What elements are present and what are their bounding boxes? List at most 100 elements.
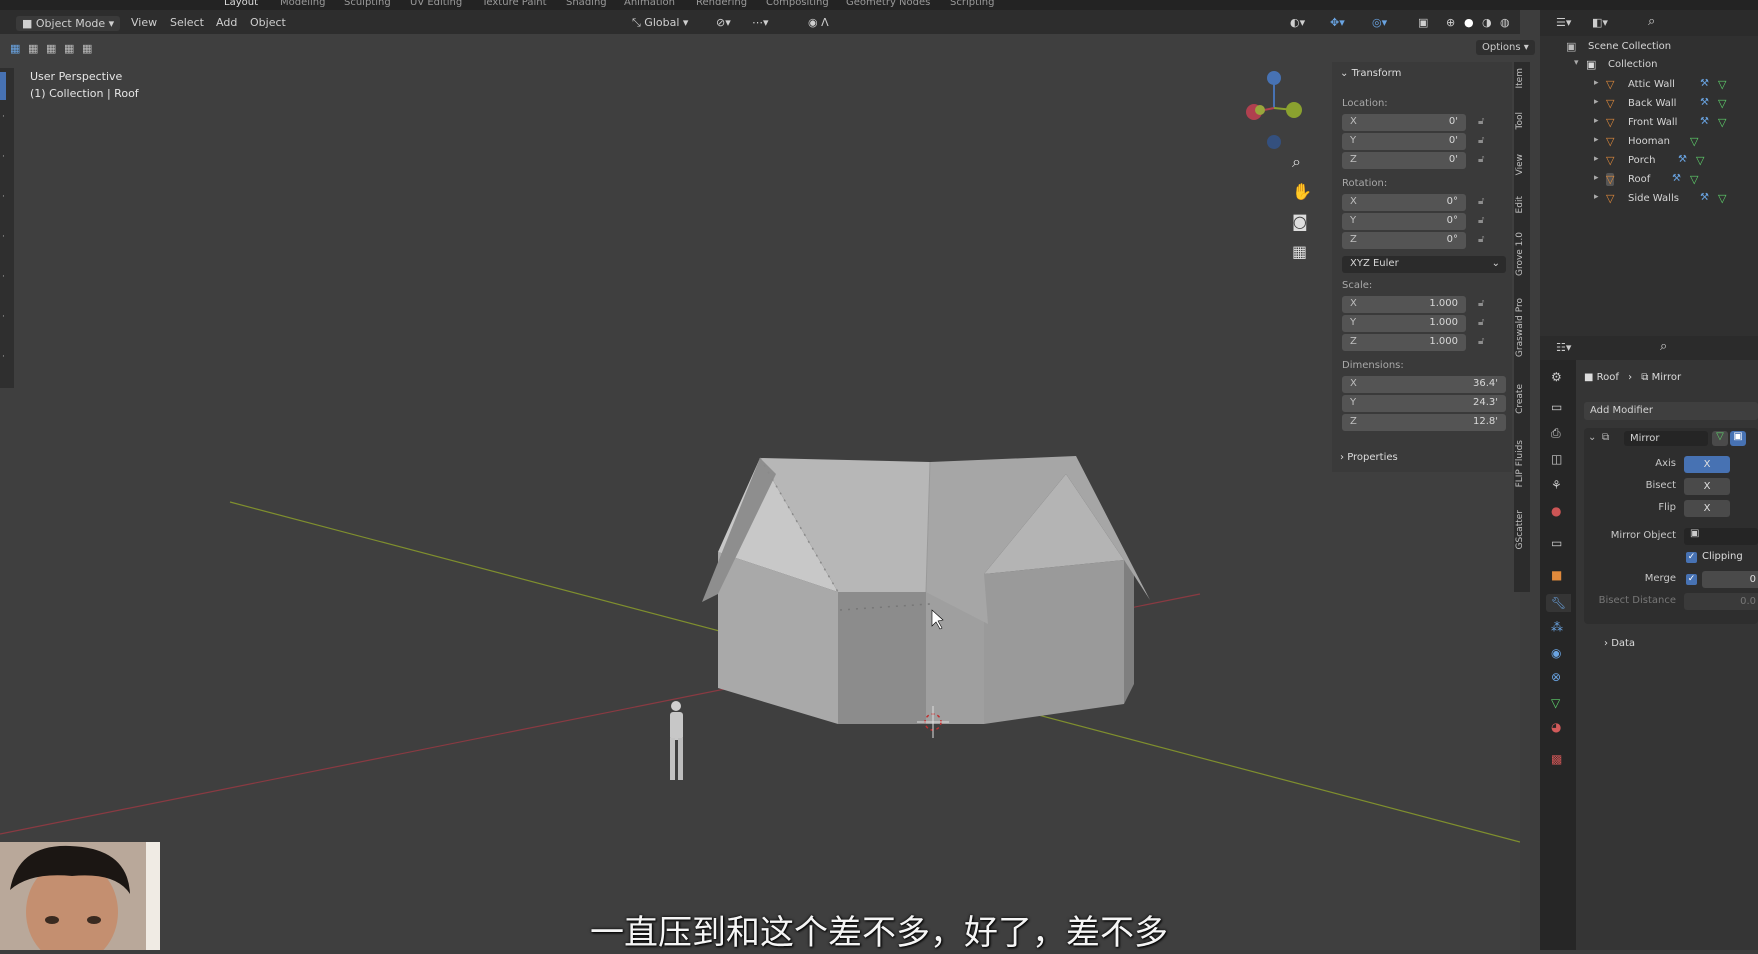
scale-y-field[interactable]: Y 1.000 (1342, 315, 1466, 332)
overlay-toggle-icon[interactable]: ◎▾ (1372, 16, 1387, 29)
menu-object[interactable]: Object (250, 16, 286, 29)
zoom-icon[interactable]: ⌕ (1292, 152, 1301, 172)
rotation-mode-select[interactable]: XYZ Euler ⌄ (1342, 256, 1506, 273)
pan-hand-icon[interactable]: ✋ (1292, 182, 1312, 201)
scene-tab-icon[interactable]: ⚘ (1551, 478, 1562, 492)
select-invert-icon[interactable]: ▦ (64, 42, 74, 55)
collection-tab-icon[interactable]: ▭ (1551, 536, 1562, 550)
modifier-wrench-icon[interactable]: ⚒ (1700, 116, 1709, 127)
lock-icon[interactable]: 🔓︎ (1478, 196, 1490, 208)
lock-icon[interactable]: 🔓︎ (1478, 317, 1490, 329)
modifier-name-field[interactable]: Mirror (1624, 431, 1708, 446)
gizmo-toggle-icon[interactable]: ✥▾ (1330, 16, 1345, 29)
annotate-tool-icon[interactable]: · (2, 312, 5, 322)
tab-scripting[interactable]: Scripting (950, 0, 994, 8)
data-subpanel[interactable]: › Data (1604, 638, 1635, 649)
lock-icon[interactable]: 🔓︎ (1478, 298, 1490, 310)
cursor-tool-icon[interactable]: · (2, 112, 5, 122)
edit-mode-toggle-icon[interactable]: ▽ (1712, 431, 1728, 446)
outliner-item-side-walls[interactable]: ▸ ▽ Side Walls ⚒ ▽ (1540, 190, 1758, 208)
collapse-icon[interactable]: ⌄ (1588, 432, 1596, 443)
merge-distance-field[interactable]: 0 (1702, 571, 1758, 588)
camera-view-icon[interactable]: ◙ (1292, 212, 1308, 231)
perspective-grid-icon[interactable]: ▦ (1292, 242, 1307, 261)
outliner-item-back-wall[interactable]: ▸ ▽ Back Wall ⚒ ▽ (1540, 95, 1758, 113)
physics-tab-icon[interactable]: ◉ (1551, 646, 1561, 660)
view-layer-tab-icon[interactable]: ◫ (1551, 452, 1562, 466)
menu-select[interactable]: Select (170, 16, 204, 29)
shading-material-icon[interactable]: ◑ (1482, 16, 1492, 29)
rotation-x-field[interactable]: X 0° (1342, 194, 1466, 211)
select-intersect-icon[interactable]: ▦ (82, 42, 92, 55)
search-icon[interactable]: ⌕ (1648, 14, 1655, 29)
tab-graswald-pro[interactable]: Graswald Pro (1515, 298, 1529, 357)
outliner-item-attic-wall[interactable]: ▸ ▽ Attic Wall ⚒ ▽ (1540, 76, 1758, 94)
mesh-data-icon[interactable]: ▽ (1718, 192, 1726, 205)
object-tab-icon[interactable]: ■ (1551, 568, 1562, 582)
tab-rendering[interactable]: Rendering (696, 0, 747, 8)
dimension-z-field[interactable]: Z 12.8' (1342, 414, 1506, 431)
scale-z-field[interactable]: Z 1.000 (1342, 334, 1466, 351)
dimension-y-field[interactable]: Y 24.3' (1342, 395, 1506, 412)
tab-animation[interactable]: Animation (624, 0, 675, 8)
select-subtract-icon[interactable]: ▦ (46, 42, 56, 55)
transform-header[interactable]: ⌄ Transform (1340, 68, 1401, 79)
pivot-icon[interactable]: ⊘▾ (716, 16, 731, 29)
flip-x-toggle[interactable]: X (1684, 500, 1730, 517)
select-new-icon[interactable]: ▦ (10, 42, 20, 55)
axis-x-toggle[interactable]: X (1684, 456, 1730, 473)
modifier-wrench-icon[interactable]: ⚒ (1678, 154, 1687, 165)
search-icon[interactable]: ⌕ (1660, 339, 1667, 354)
outliner-item-porch[interactable]: ▸ ▽ Porch ⚒ ▽ (1540, 152, 1758, 170)
menu-view[interactable]: View (131, 16, 157, 29)
transform-tool-icon[interactable]: · (2, 272, 5, 282)
rotation-y-field[interactable]: Y 0° (1342, 213, 1466, 230)
modifier-wrench-icon[interactable]: ⚒ (1672, 173, 1681, 184)
modifier-wrench-icon[interactable]: ⚒ (1700, 78, 1709, 89)
chevron-right-icon[interactable]: ▸ (1594, 78, 1599, 88)
mesh-data-icon[interactable]: ▽ (1718, 116, 1726, 129)
lock-icon[interactable]: 🔓︎ (1478, 336, 1490, 348)
mesh-data-icon[interactable]: ▽ (1690, 135, 1698, 148)
tab-uv-editing[interactable]: UV Editing (410, 0, 462, 8)
tab-shading[interactable]: Shading (566, 0, 607, 8)
chevron-right-icon[interactable]: ▸ (1594, 173, 1599, 183)
chevron-right-icon[interactable]: ▸ (1594, 154, 1599, 164)
tab-view[interactable]: View (1515, 154, 1529, 175)
select-tool[interactable] (0, 72, 6, 100)
tab-sculpting[interactable]: Sculpting (344, 0, 391, 8)
shading-wire-icon[interactable]: ⊕ (1446, 16, 1455, 29)
options-button[interactable]: Options ▾ (1476, 40, 1535, 55)
modifier-wrench-icon[interactable]: ⚒ (1700, 192, 1709, 203)
dimension-x-field[interactable]: X 36.4' (1342, 376, 1506, 393)
menu-add[interactable]: Add (216, 16, 237, 29)
scale-tool-icon[interactable]: · (2, 232, 5, 242)
snap-icon[interactable]: ⋯▾ (752, 16, 769, 29)
lock-icon[interactable]: 🔓︎ (1478, 135, 1490, 147)
shading-solid-icon[interactable]: ● (1464, 16, 1474, 29)
chevron-right-icon[interactable]: ▸ (1594, 135, 1599, 145)
data-tab-icon[interactable]: ▽ (1551, 696, 1560, 710)
mesh-data-icon[interactable]: ▽ (1690, 173, 1698, 186)
chevron-right-icon[interactable]: ▸ (1594, 192, 1599, 202)
modifier-wrench-icon[interactable]: ⚒ (1700, 97, 1709, 108)
mode-select[interactable]: ■ Object Mode ▾ (16, 16, 121, 31)
properties-editor-icon[interactable]: ☷▾ (1556, 341, 1571, 354)
properties-subpanel[interactable]: › Properties (1340, 452, 1398, 463)
editor-type-icon[interactable]: ☰▾ (1556, 16, 1571, 29)
tab-item[interactable]: Item (1515, 68, 1529, 89)
outliner-item-hooman[interactable]: ▸ ▽ Hooman ▽ (1540, 133, 1758, 151)
tab-modeling[interactable]: Modeling (280, 0, 326, 8)
location-x-field[interactable]: X 0' (1342, 114, 1466, 131)
mirror-object-field[interactable]: ▣ (1684, 528, 1758, 545)
viewport-toggle-icon[interactable]: ▣ (1730, 431, 1746, 446)
tab-grove[interactable]: Grove 1.0 (1515, 232, 1529, 276)
output-tab-icon[interactable]: ⎙ (1551, 426, 1561, 441)
tab-layout[interactable]: Layout (224, 0, 258, 8)
mesh-data-icon[interactable]: ▽ (1718, 78, 1726, 91)
lock-icon[interactable]: 🔓︎ (1478, 234, 1490, 246)
outliner-collection[interactable]: ▾ ▣ Collection (1540, 56, 1758, 74)
tab-tool[interactable]: Tool (1515, 112, 1529, 129)
location-z-field[interactable]: Z 0' (1342, 152, 1466, 169)
tab-texture-paint[interactable]: Texture Paint (482, 0, 547, 8)
